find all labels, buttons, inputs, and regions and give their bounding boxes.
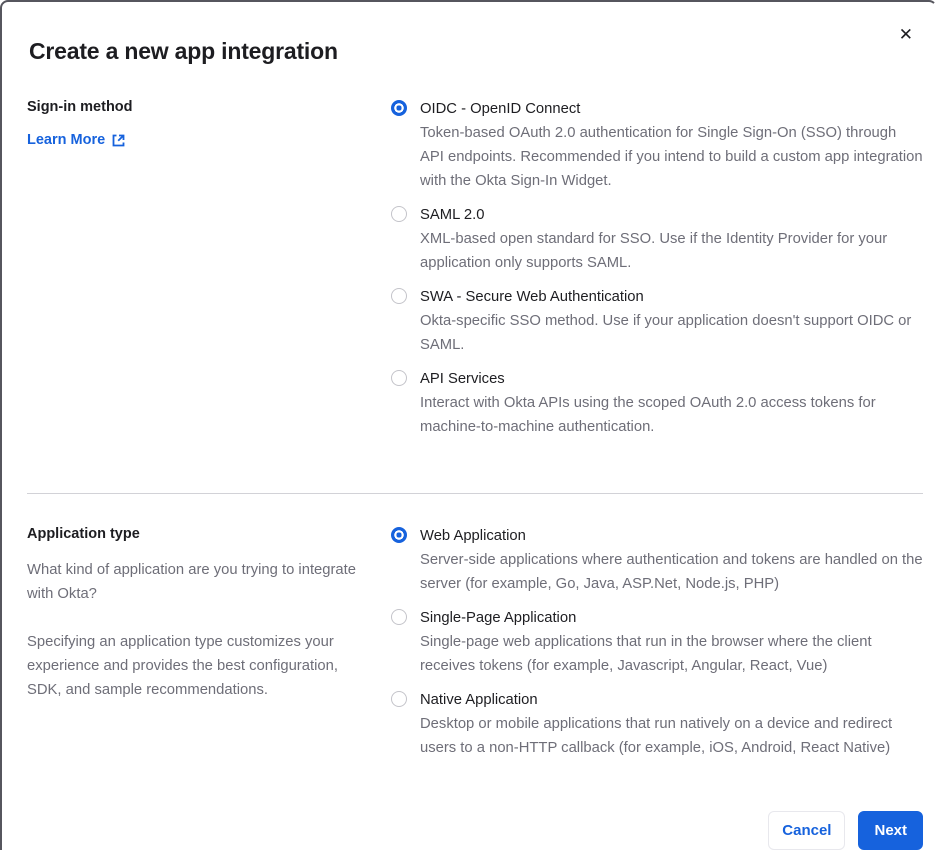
option-description: Desktop or mobile applications that run … — [420, 716, 893, 756]
application-type-help-text: Specifying an application type customize… — [27, 634, 338, 698]
learn-more-label: Learn More — [27, 132, 106, 148]
option-label: Web Application — [420, 528, 526, 544]
radio-option-web-application[interactable]: Web Application Server-side applications… — [391, 524, 923, 596]
application-type-help-text: What kind of application are you trying … — [27, 562, 357, 602]
option-description: Interact with Okta APIs using the scoped… — [420, 395, 876, 435]
radio-option-single-page-application[interactable]: Single-Page Application Single-page web … — [391, 606, 923, 678]
radio-icon[interactable] — [391, 370, 407, 386]
cancel-button[interactable]: Cancel — [768, 811, 846, 850]
option-label: SWA - Secure Web Authentication — [420, 289, 644, 305]
radio-icon[interactable] — [391, 609, 407, 625]
option-description: Token-based OAuth 2.0 authentication for… — [420, 125, 923, 189]
dialog-footer: Cancel Next — [27, 811, 923, 850]
radio-option-swa[interactable]: SWA - Secure Web Authentication Okta-spe… — [391, 285, 923, 357]
option-description: Server-side applications where authentic… — [420, 552, 923, 592]
option-label: Native Application — [420, 692, 538, 708]
option-label: OIDC - OpenID Connect — [420, 101, 581, 117]
signin-method-label: Sign-in method — [27, 99, 133, 115]
radio-option-api-services[interactable]: API Services Interact with Okta APIs usi… — [391, 367, 923, 439]
radio-icon[interactable] — [391, 691, 407, 707]
radio-option-native-application[interactable]: Native Application Desktop or mobile app… — [391, 688, 923, 760]
application-type-label: Application type — [27, 526, 140, 542]
radio-icon[interactable] — [391, 288, 407, 304]
create-app-integration-dialog: ✕ Create a new app integration Sign-in m… — [0, 0, 937, 850]
radio-option-saml[interactable]: SAML 2.0 XML-based open standard for SSO… — [391, 203, 923, 275]
next-button[interactable]: Next — [858, 811, 923, 850]
radio-icon[interactable] — [391, 206, 407, 222]
signin-method-section: Sign-in method Learn More OIDC - OpenID … — [27, 97, 923, 449]
application-type-section: Application type What kind of applicatio… — [27, 524, 923, 770]
radio-icon[interactable] — [391, 527, 407, 543]
option-description: Single-page web applications that run in… — [420, 634, 872, 674]
learn-more-link[interactable]: Learn More — [27, 132, 126, 148]
radio-icon[interactable] — [391, 100, 407, 116]
page-title: Create a new app integration — [29, 38, 338, 64]
section-divider — [27, 493, 923, 494]
option-label: API Services — [420, 371, 505, 387]
radio-option-oidc[interactable]: OIDC - OpenID Connect Token-based OAuth … — [391, 97, 923, 193]
option-label: Single-Page Application — [420, 610, 577, 626]
option-description: XML-based open standard for SSO. Use if … — [420, 231, 888, 271]
close-icon[interactable]: ✕ — [895, 22, 917, 47]
option-label: SAML 2.0 — [420, 207, 485, 223]
option-description: Okta-specific SSO method. Use if your ap… — [420, 313, 912, 353]
external-link-icon — [111, 133, 126, 148]
